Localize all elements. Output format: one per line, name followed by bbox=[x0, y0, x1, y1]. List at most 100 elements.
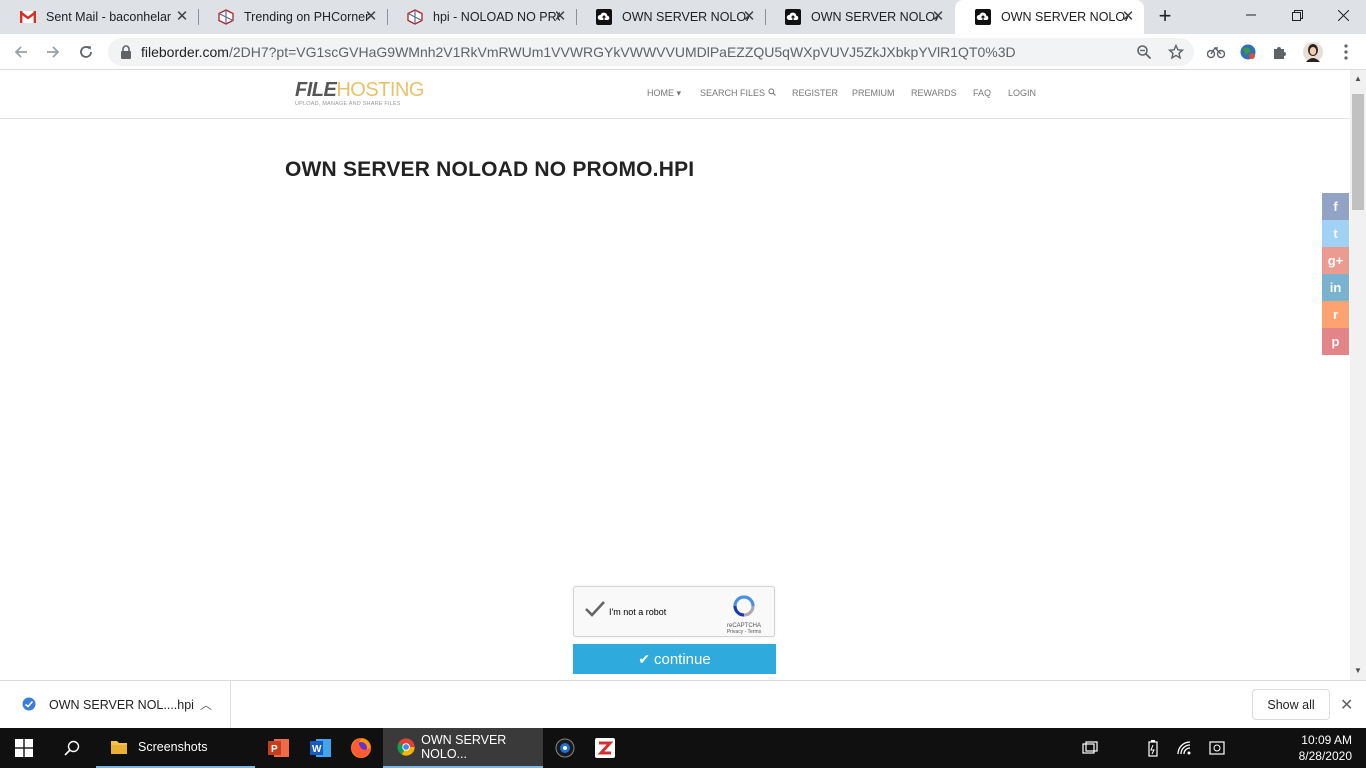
close-icon[interactable]: ✕ bbox=[174, 9, 190, 25]
share-linkedin-button[interactable]: in bbox=[1322, 274, 1349, 301]
taskbar-app-globe[interactable] bbox=[543, 728, 587, 768]
google-plus-icon: g+ bbox=[1327, 253, 1344, 268]
restore-button[interactable] bbox=[1274, 0, 1320, 30]
close-icon[interactable]: ✕ bbox=[930, 9, 946, 25]
linkedin-icon: in bbox=[1329, 280, 1342, 295]
nav-rewards[interactable]: REWARDS bbox=[911, 88, 957, 98]
tablet-mode-icon[interactable] bbox=[1076, 728, 1104, 768]
reload-button[interactable] bbox=[74, 40, 98, 64]
close-icon[interactable]: ✕ bbox=[363, 9, 379, 25]
app-globe-icon bbox=[555, 738, 575, 758]
tab-title: Sent Mail - baconhelar bbox=[46, 10, 172, 24]
folder-icon bbox=[111, 741, 127, 754]
cloud-upload-icon bbox=[975, 9, 991, 25]
download-file-name: OWN SERVER NOL....hpi bbox=[49, 698, 194, 712]
phcorner-icon bbox=[407, 9, 423, 25]
close-icon bbox=[1337, 9, 1349, 21]
close-icon[interactable]: ✕ bbox=[741, 9, 757, 25]
taskbar-chrome-active[interactable]: OWN SERVER NOLO... bbox=[383, 728, 543, 768]
scrollbar-thumb[interactable] bbox=[1352, 94, 1364, 210]
web-page: FILEHOSTING UPLOAD, MANAGE AND SHARE FIL… bbox=[0, 70, 1350, 680]
file-icon bbox=[22, 697, 36, 711]
lock-icon bbox=[121, 45, 131, 59]
minimize-button[interactable] bbox=[1228, 0, 1274, 30]
puzzle-icon[interactable] bbox=[1270, 42, 1290, 62]
taskbar-word[interactable]: W bbox=[302, 728, 340, 768]
zoom-icon[interactable] bbox=[1136, 44, 1152, 60]
address-bar[interactable]: fileborder.com/2DH7?pt=VG1scGVHaG9WMnh2V… bbox=[108, 38, 1194, 66]
taskbar-explorer-label: Screenshots bbox=[138, 740, 208, 754]
nav-register[interactable]: REGISTER bbox=[792, 88, 838, 98]
phcorner-icon bbox=[218, 9, 234, 25]
page-scrollbar[interactable]: ▲ ▼ bbox=[1350, 70, 1366, 680]
share-google-plus-button[interactable]: g+ bbox=[1322, 247, 1349, 274]
firefox-icon bbox=[351, 738, 371, 758]
scroll-down-arrow-icon[interactable]: ▼ bbox=[1354, 666, 1362, 675]
forward-button[interactable] bbox=[41, 40, 65, 64]
recaptcha-widget[interactable]: I'm not a robot reCAPTCHA Privacy - Term… bbox=[573, 586, 775, 637]
restore-icon bbox=[1291, 9, 1303, 21]
share-facebook-button[interactable]: f bbox=[1322, 193, 1349, 220]
continue-button[interactable]: ✔ continue bbox=[573, 644, 776, 674]
twitter-icon: t bbox=[1333, 226, 1338, 241]
back-button[interactable] bbox=[9, 40, 33, 64]
battery-icon[interactable] bbox=[1140, 728, 1166, 768]
taskbar-firefox[interactable] bbox=[340, 728, 382, 768]
avatar[interactable] bbox=[1303, 42, 1323, 62]
scroll-up-arrow-icon[interactable]: ▲ bbox=[1354, 74, 1362, 83]
tab-hpi-noload[interactable]: hpi - NOLOAD NO PRO ✕ bbox=[387, 0, 576, 34]
menu-kebab-icon[interactable] bbox=[1336, 42, 1356, 62]
share-reddit-button[interactable]: r bbox=[1322, 301, 1349, 328]
tab-own-server-active[interactable]: OWN SERVER NOLOAD ✕ bbox=[955, 0, 1144, 34]
browser-toolbar: fileborder.com/2DH7?pt=VG1scGVHaG9WMnh2V… bbox=[0, 34, 1366, 70]
tab-title: OWN SERVER NOLOAD bbox=[811, 10, 938, 24]
share-pinterest-button[interactable]: p bbox=[1322, 328, 1349, 355]
language-icon[interactable] bbox=[1204, 728, 1230, 768]
tab-title: Trending on PHCorner | bbox=[244, 10, 371, 24]
star-icon[interactable] bbox=[1168, 44, 1184, 60]
arrow-left-icon bbox=[14, 46, 27, 58]
globe-extension-icon[interactable] bbox=[1238, 42, 1258, 62]
search-button[interactable] bbox=[48, 728, 96, 768]
recaptcha-brand: reCAPTCHA Privacy - Terms bbox=[722, 595, 766, 635]
close-icon[interactable]: ✕ bbox=[1120, 9, 1136, 25]
nav-search-files[interactable]: SEARCH FILES bbox=[700, 88, 776, 98]
system-clock[interactable]: 10:09 AM 8/28/2020 bbox=[1299, 732, 1352, 764]
close-icon[interactable]: ✕ bbox=[552, 9, 568, 25]
site-logo[interactable]: FILEHOSTING UPLOAD, MANAGE AND SHARE FIL… bbox=[295, 80, 424, 107]
tab-trending-phcorner[interactable]: Trending on PHCorner | ✕ bbox=[198, 0, 387, 34]
site-header: FILEHOSTING UPLOAD, MANAGE AND SHARE FIL… bbox=[0, 70, 1350, 119]
wifi-icon[interactable] bbox=[1172, 728, 1198, 768]
close-shelf-icon[interactable]: ✕ bbox=[1340, 695, 1353, 715]
start-button[interactable] bbox=[0, 728, 48, 768]
download-item[interactable]: OWN SERVER NOL....hpi ︿ bbox=[0, 681, 231, 729]
continue-label: continue bbox=[654, 650, 711, 668]
tab-title: hpi - NOLOAD NO PRO bbox=[433, 10, 560, 24]
logo-text-hosting: HOSTING bbox=[336, 79, 424, 101]
share-twitter-button[interactable]: t bbox=[1322, 220, 1349, 247]
extension-icon[interactable] bbox=[1206, 42, 1226, 62]
taskbar-file-explorer[interactable]: Screenshots bbox=[96, 728, 255, 768]
show-all-button[interactable]: Show all bbox=[1252, 689, 1330, 720]
tab-own-server-1[interactable]: OWN SERVER NOLOAD ✕ bbox=[576, 0, 765, 34]
tab-sent-mail[interactable]: Sent Mail - baconhelar ✕ bbox=[0, 0, 198, 34]
recaptcha-links[interactable]: Privacy - Terms bbox=[722, 629, 766, 635]
nav-premium[interactable]: PREMIUM bbox=[852, 88, 895, 98]
close-window-button[interactable] bbox=[1320, 0, 1366, 30]
taskbar-powerpoint[interactable]: P bbox=[256, 728, 302, 768]
tab-title: OWN SERVER NOLOAD bbox=[622, 10, 749, 24]
nav-search-label: SEARCH FILES bbox=[700, 88, 766, 98]
chrome-icon bbox=[397, 738, 415, 756]
tab-own-server-2[interactable]: OWN SERVER NOLOAD ✕ bbox=[765, 0, 954, 34]
windows-taskbar: Screenshots P W OWN SERVER NOLO... 10:09… bbox=[0, 728, 1366, 768]
svg-text:W: W bbox=[312, 744, 322, 755]
chevron-up-icon[interactable]: ︿ bbox=[200, 696, 212, 713]
download-shelf: OWN SERVER NOL....hpi ︿ Show all ✕ bbox=[0, 680, 1366, 729]
logo-text-file: FILE bbox=[295, 79, 337, 101]
reload-icon bbox=[80, 46, 92, 58]
new-tab-button[interactable]: + bbox=[1154, 5, 1176, 29]
nav-login[interactable]: LOGIN bbox=[1008, 88, 1036, 98]
nav-faq[interactable]: FAQ bbox=[973, 88, 991, 98]
taskbar-zoom-app[interactable] bbox=[587, 728, 623, 768]
nav-home[interactable]: HOME ▾ bbox=[647, 88, 681, 99]
